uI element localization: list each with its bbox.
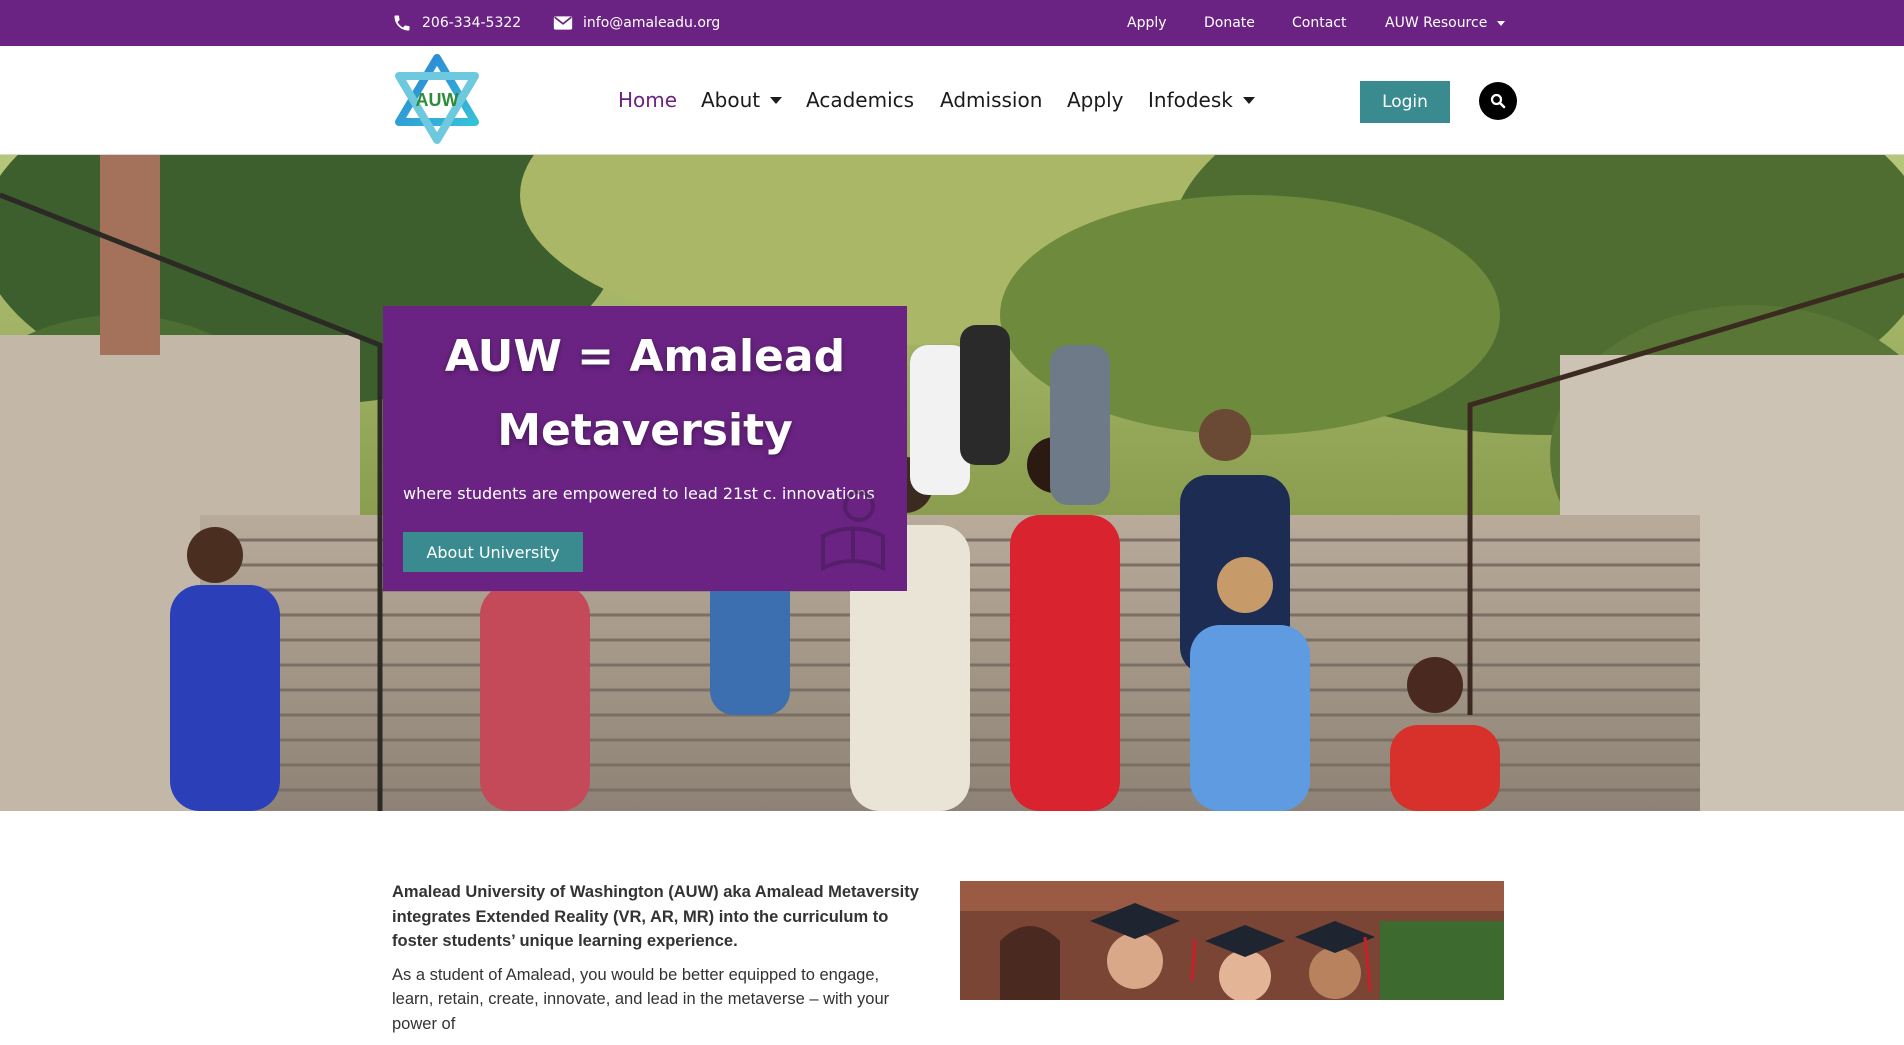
email-address: info@amaleadu.org [583, 15, 721, 31]
hero-banner: AUW = Amalead Metaversity where students… [0, 155, 1904, 811]
graduates-photo [960, 881, 1504, 1000]
nav-academics[interactable]: Academics [806, 46, 914, 154]
nav-label: Infodesk [1148, 88, 1233, 112]
topbar-link-contact[interactable]: Contact [1292, 0, 1346, 46]
caret-down-icon [770, 96, 783, 104]
topbar-link-apply[interactable]: Apply [1127, 0, 1167, 46]
student-reading-icon [821, 490, 885, 572]
nav-apply[interactable]: Apply [1067, 46, 1123, 154]
campus-photo [0, 155, 1904, 811]
nav-label: Academics [806, 88, 915, 112]
hero-title-line-1: AUW = Amalead [444, 331, 846, 382]
nav-label: Apply [1067, 88, 1124, 112]
envelope-icon [553, 15, 573, 31]
nav-label: About [701, 88, 761, 112]
about-university-button[interactable]: About University [403, 532, 583, 572]
logo-text: AUW [416, 90, 459, 110]
search-icon [1490, 93, 1506, 109]
topbar-link-label: Donate [1204, 15, 1255, 31]
top-bar: 206-334-5322 info@amaleadu.org Apply Don… [0, 0, 1904, 46]
nav-home[interactable]: Home [618, 46, 677, 154]
caret-down-icon [1497, 20, 1506, 26]
topbar-link-auw-resource[interactable]: AUW Resource [1385, 0, 1506, 46]
intro-body: As a student of Amalead, you would be be… [392, 965, 890, 1033]
phone-number: 206-334-5322 [422, 15, 522, 31]
nav-admission[interactable]: Admission [940, 46, 1042, 154]
topbar-link-label: Apply [1127, 15, 1167, 31]
hero-card: AUW = Amalead Metaversity where students… [383, 306, 907, 591]
topbar-link-label: Contact [1292, 15, 1347, 31]
nav-about[interactable]: About [701, 46, 783, 154]
logo[interactable]: AUW [392, 54, 482, 144]
hero-title-line-2: Metaversity [497, 405, 793, 456]
login-button[interactable]: Login [1360, 81, 1450, 123]
intro-lead: Amalead University of Washington (AUW) a… [392, 883, 919, 950]
nav-label: Home [618, 88, 678, 112]
caret-down-icon [1242, 96, 1255, 104]
graduates-image [960, 881, 1504, 1000]
hero-title: AUW = Amalead Metaversity [383, 320, 907, 468]
intro-section: Amalead University of Washington (AUW) a… [392, 880, 922, 1045]
phone-icon [392, 13, 412, 33]
phone-link[interactable]: 206-334-5322 [392, 0, 521, 46]
email-link[interactable]: info@amaleadu.org [553, 0, 720, 46]
site-header: AUW Home About Academics Admission Apply… [0, 46, 1904, 155]
topbar-link-label: AUW Resource [1385, 15, 1488, 31]
nav-label: Admission [940, 88, 1043, 112]
star-of-david-icon: AUW [395, 54, 479, 144]
topbar-link-donate[interactable]: Donate [1204, 0, 1255, 46]
nav-infodesk[interactable]: Infodesk [1148, 46, 1255, 154]
search-button[interactable] [1479, 82, 1517, 120]
